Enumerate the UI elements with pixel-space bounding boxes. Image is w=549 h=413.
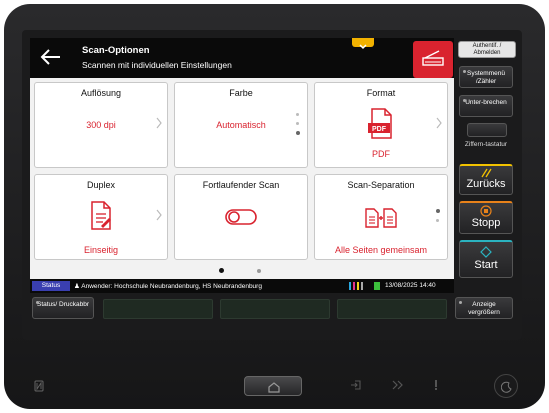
page-dot-active[interactable] <box>219 268 224 273</box>
status-job-cancel-button[interactable]: Status/ Druckabbr <box>32 297 94 319</box>
tile-label: Fortlaufender Scan <box>202 180 280 190</box>
tile-fortlaufender-scan[interactable]: Fortlaufender Scan <box>174 174 308 260</box>
back-label: Zurücks <box>466 178 506 190</box>
numeric-keypad-label: Ziffern-tastatur <box>464 141 508 148</box>
status-date: 13/08/2025 <box>385 282 418 289</box>
scroll-dots-indicator <box>436 209 440 228</box>
network-status-icon <box>374 282 380 290</box>
start-label: Start <box>474 259 498 271</box>
indicator-led <box>463 99 466 102</box>
tile-value: Einseitig <box>83 245 119 255</box>
page-subtitle: Scannen mit individuellen Einstellungen <box>82 60 232 70</box>
chevron-down-icon <box>359 44 367 50</box>
tile-duplex[interactable]: Duplex Einseitig <box>34 174 168 260</box>
page-indicator <box>215 267 265 275</box>
energy-saver-button[interactable] <box>494 374 518 398</box>
indicator-led <box>463 70 466 73</box>
option-grid: Auflösung 300 dpi Farbe Automatisch Form… <box>34 82 450 262</box>
authentication-button[interactable]: Authentif. / Abmelden <box>458 41 516 58</box>
attention-icon <box>435 380 437 390</box>
zoom-display-button[interactable]: Anzeige vergrößern <box>455 297 513 319</box>
interrupt-label: Unter-brechen <box>465 99 507 106</box>
login-icon[interactable] <box>350 379 362 391</box>
function-key-panel <box>220 299 330 319</box>
scan-mode-button[interactable] <box>413 41 453 78</box>
tile-farbe[interactable]: Farbe Automatisch <box>174 82 308 168</box>
stop-button[interactable]: Stopp <box>459 201 513 234</box>
tile-value: Alle Seiten gemeinsam <box>334 245 428 255</box>
chevron-right-icon <box>156 117 162 129</box>
status-badge[interactable]: Status <box>32 281 70 291</box>
function-key-panel <box>337 299 447 319</box>
power-icon <box>501 381 512 393</box>
tile-format[interactable]: Format PDF PDF <box>314 82 448 168</box>
nfc-icon <box>34 380 44 392</box>
user-icon: ♟ <box>74 283 80 290</box>
status-time: 14:40 <box>419 282 436 289</box>
back-slash-icon <box>481 168 492 178</box>
tile-value: PDF <box>372 149 390 159</box>
status-job-cancel-label: Status/ Druckabbr <box>36 301 90 308</box>
scan-separation-icon <box>365 208 397 228</box>
data-indicator-icon <box>392 380 403 390</box>
tile-label: Duplex <box>86 180 115 190</box>
header-bar: Scan-Optionen Scannen mit individuellen … <box>30 38 454 78</box>
tile-value: Automatisch <box>216 120 266 130</box>
back-button[interactable]: Zurücks <box>459 164 513 195</box>
scroll-dots-indicator <box>296 113 300 141</box>
home-button[interactable] <box>244 376 302 396</box>
toggle-switch-icon <box>225 209 257 225</box>
stop-label: Stopp <box>471 217 501 229</box>
touch-screen: Scan-Optionen Scannen mit individuellen … <box>30 38 454 293</box>
tile-scan-separation[interactable]: Scan-Separation Alle Seiten gemeinsam <box>314 174 448 260</box>
scanner-icon <box>422 50 444 66</box>
tile-aufloesung[interactable]: Auflösung 300 dpi <box>34 82 168 168</box>
tile-label: Auflösung <box>80 88 122 98</box>
pull-down-handle[interactable] <box>352 38 374 50</box>
tile-label: Farbe <box>229 88 253 98</box>
page-title: Scan-Optionen <box>82 45 150 56</box>
current-user-text: Anwender: Hochschule Neubrandenburg, HS … <box>81 283 262 290</box>
single-sided-document-icon <box>91 201 111 230</box>
home-icon <box>268 382 280 393</box>
page-dot[interactable] <box>257 269 261 273</box>
function-key-panel <box>103 299 213 319</box>
tile-label: Scan-Separation <box>347 180 415 190</box>
start-button[interactable]: Start <box>459 240 513 278</box>
indicator-led <box>459 301 462 304</box>
pdf-document-icon: PDF <box>368 108 392 139</box>
chevron-right-icon <box>436 117 442 129</box>
tile-value: 300 dpi <box>86 120 116 130</box>
system-menu-button[interactable]: Systemmenü /Zähler <box>459 66 513 88</box>
chevron-right-icon <box>156 209 162 221</box>
system-menu-label: Systemmenü /Zähler <box>467 70 505 85</box>
back-arrow-icon[interactable] <box>38 47 62 67</box>
toner-level-icon <box>349 282 363 290</box>
status-bar: Status ♟ Anwender: Hochschule Neubranden… <box>30 279 454 293</box>
zoom-display-label: Anzeige vergrößern <box>468 301 500 316</box>
numeric-keypad-button[interactable] <box>467 123 507 137</box>
indicator-led <box>36 301 39 304</box>
current-user: ♟ Anwender: Hochschule Neubrandenburg, H… <box>74 282 262 290</box>
interrupt-button[interactable]: Unter-brechen <box>459 95 513 117</box>
tile-label: Format <box>366 88 396 98</box>
date-time: 13/08/2025 14:40 <box>385 282 436 289</box>
start-icon <box>480 246 492 258</box>
svg-text:PDF: PDF <box>372 126 387 133</box>
stop-icon <box>480 205 492 217</box>
